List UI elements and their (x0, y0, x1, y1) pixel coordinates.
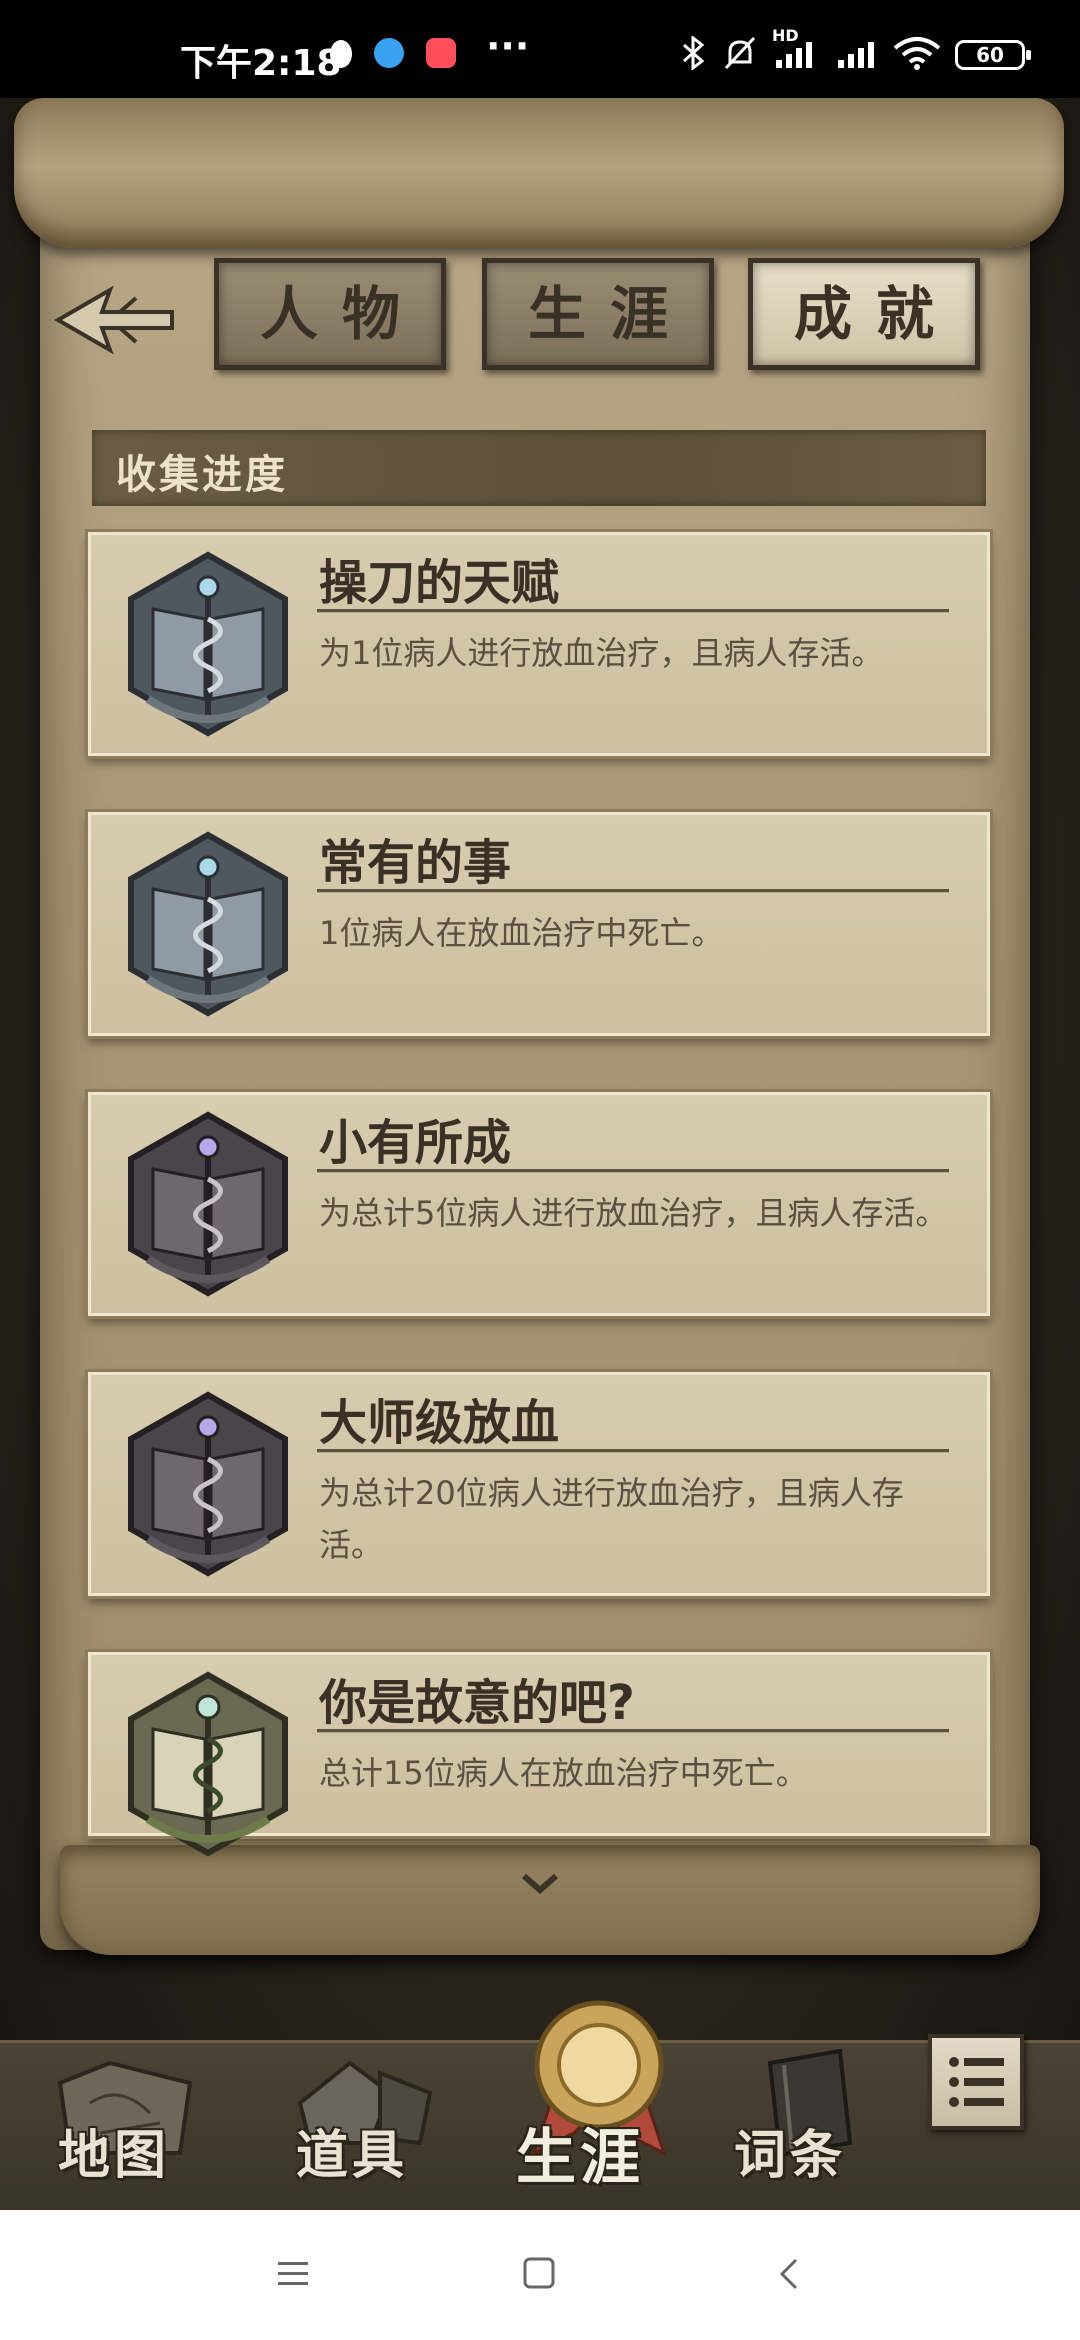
back-arrow-icon[interactable] (50, 280, 180, 360)
divider (317, 1449, 949, 1453)
status-time: 下午2:18 (180, 43, 342, 84)
nav-label-active: 生涯 (516, 2123, 644, 2193)
dark-caduceus-book-badge-icon (128, 1391, 288, 1577)
divider (317, 889, 949, 893)
wifi-icon (893, 37, 941, 70)
nav-label: 道具 (296, 2125, 409, 2186)
bottom-game-nav: 地图 道具 生涯 词条 (0, 2000, 1080, 2213)
nav-career[interactable]: 生涯 (500, 2000, 700, 2213)
scroll-bottom-roll (60, 1845, 1040, 1955)
section-title: 收集进度 (116, 451, 288, 498)
achievement-card[interactable]: 常有的事 1位病人在放血治疗中死亡。 (88, 812, 990, 1036)
achievement-description: 为总计5位病人进行放血治疗，且病人存活。 (319, 1194, 948, 1232)
bird-notification-icon (374, 38, 404, 68)
recents-menu-icon[interactable] (276, 2258, 310, 2290)
achievement-title: 常有的事 (319, 835, 512, 891)
nav-label: 词条 (734, 2125, 847, 2186)
menu-button[interactable] (928, 2034, 1024, 2130)
achievement-card[interactable]: 操刀的天赋 为1位病人进行放血治疗，且病人存活。 (88, 532, 990, 756)
bluetooth-icon (683, 36, 705, 70)
silver-caduceus-book-badge-icon (128, 551, 288, 737)
app-notification-icon (426, 38, 456, 68)
divider (317, 1169, 949, 1173)
nav-glossary[interactable]: 词条 (720, 2043, 920, 2213)
achievement-card[interactable]: 你是故意的吧? 总计15位病人在放血治疗中死亡。 (88, 1652, 990, 1857)
tab-achievements[interactable]: 成就 (748, 258, 980, 370)
achievement-description: 1位病人在放血治疗中死亡。 (319, 914, 724, 952)
back-icon[interactable] (776, 2256, 802, 2292)
tab-career[interactable]: 生涯 (482, 258, 714, 370)
divider (317, 609, 949, 613)
achievement-title: 操刀的天赋 (319, 555, 560, 611)
silver-caduceus-book-badge-icon (128, 831, 288, 1017)
status-bar: 下午2:18 ··· HD 60 (0, 0, 1080, 98)
achievement-description: 总计15位病人在放血治疗中死亡。 (319, 1754, 808, 1792)
collection-progress-header: 收集进度 (92, 430, 986, 506)
list-icon (949, 2057, 1004, 2107)
system-nav-bar (0, 2210, 1080, 2340)
achievement-description: 为1位病人进行放血治疗，且病人存活。 (319, 634, 884, 672)
scroll-down-chevron-icon[interactable] (520, 1870, 560, 1896)
dark-caduceus-book-badge-icon (128, 1111, 288, 1297)
battery-indicator: 60 (955, 40, 1031, 70)
nav-label: 地图 (58, 2125, 171, 2186)
nav-map[interactable]: 地图 (30, 2043, 230, 2213)
divider (317, 1729, 949, 1733)
more-notifications-icon: ··· (486, 24, 530, 68)
home-icon[interactable] (522, 2256, 556, 2290)
scroll-top-roll (14, 98, 1064, 248)
achievement-description: 为总计20位病人进行放血治疗，且病人存活。 (319, 1474, 904, 1564)
tab-character[interactable]: 人物 (214, 258, 446, 370)
penguin-notification-icon (330, 40, 352, 68)
achievement-title: 小有所成 (319, 1115, 512, 1171)
signal-icon-2 (838, 42, 874, 68)
signal-icon-1 (776, 42, 812, 68)
nav-items[interactable]: 道具 (270, 2043, 470, 2213)
achievement-title: 大师级放血 (319, 1395, 560, 1451)
achievement-card[interactable]: 小有所成 为总计5位病人进行放血治疗，且病人存活。 (88, 1092, 990, 1316)
mute-bell-icon (724, 36, 756, 70)
bronze-caduceus-book-badge-icon (128, 1671, 288, 1857)
achievement-card[interactable]: 大师级放血 为总计20位病人进行放血治疗，且病人存活。 (88, 1372, 990, 1596)
achievement-title: 你是故意的吧? (319, 1675, 635, 1731)
